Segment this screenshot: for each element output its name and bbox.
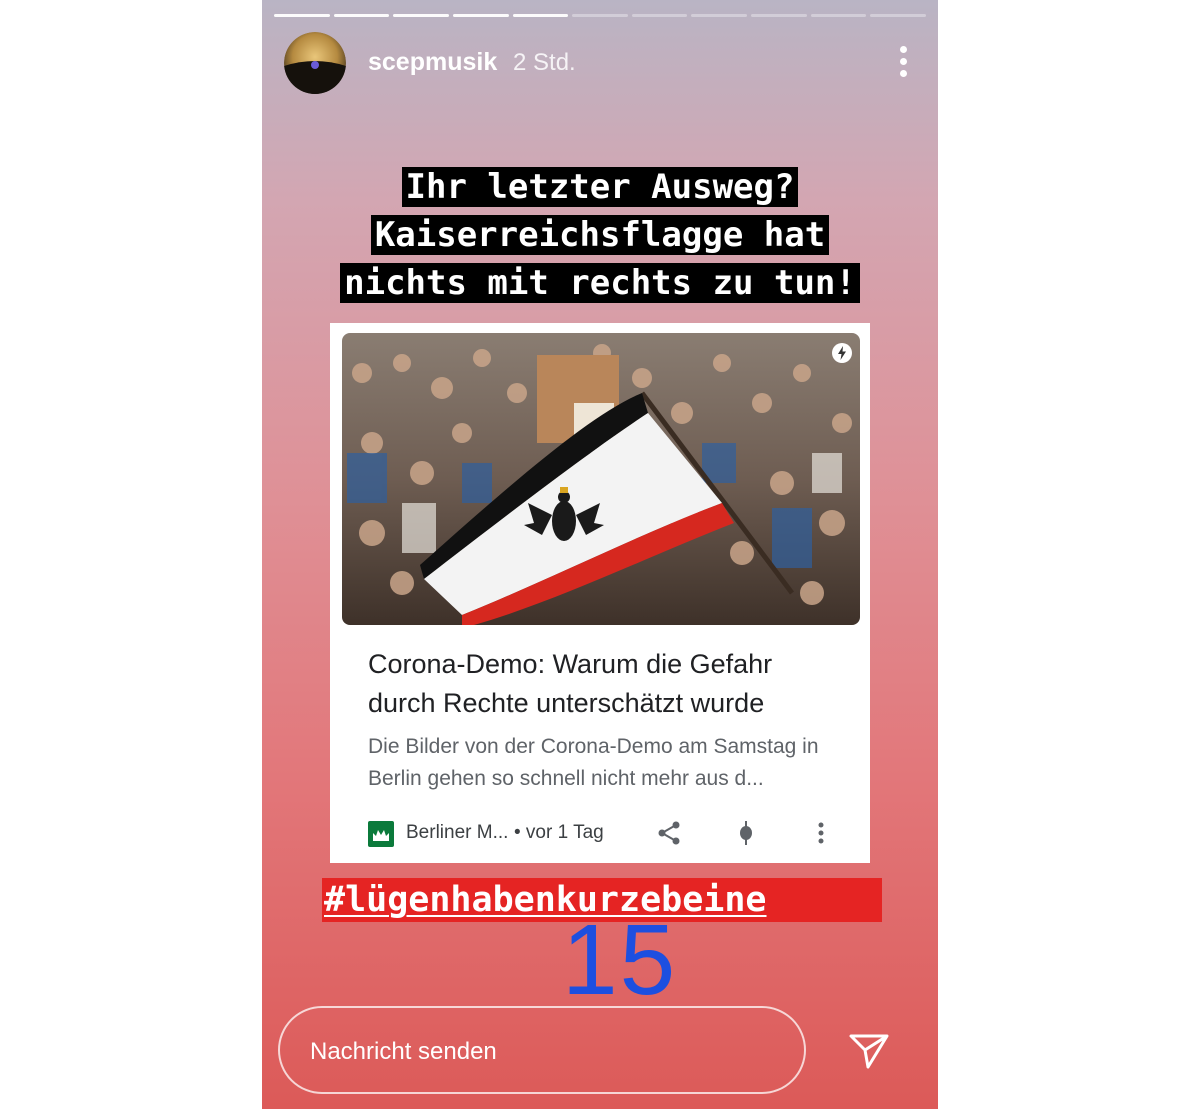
news-headline[interactable]: Corona-Demo: Warum die Gefahr durch Rech… — [368, 645, 838, 723]
caption-line: nichts mit rechts zu tun! — [262, 261, 938, 305]
progress-segment — [751, 14, 807, 17]
progress-segment — [393, 14, 449, 17]
news-snippet: Die Bilder von der Corona-Demo am Samsta… — [368, 735, 819, 790]
progress-segment — [691, 14, 748, 17]
reply-placeholder: Nachricht senden — [310, 1038, 497, 1065]
news-card[interactable]: Corona-Demo: Warum die Gefahr durch Rech… — [330, 323, 870, 863]
story-progress-bar — [274, 14, 927, 17]
source-logo — [368, 821, 394, 847]
news-source[interactable]: Berliner M... — [406, 822, 508, 844]
news-meta: Berliner M... • vor 1 Tag — [368, 819, 838, 849]
progress-segment — [810, 14, 867, 17]
post-time: 2 Std. — [513, 49, 576, 76]
progress-segment — [631, 14, 688, 17]
share-icon[interactable] — [655, 819, 683, 847]
location-pin-icon[interactable] — [736, 819, 756, 847]
progress-segment — [572, 14, 628, 17]
caption-line: Ihr letzter Ausweg? — [262, 165, 938, 209]
more-vertical-icon[interactable] — [900, 46, 908, 80]
lightning-icon — [832, 343, 852, 363]
progress-segment — [333, 14, 390, 17]
news-age: • vor 1 Tag — [514, 822, 604, 843]
progress-segment — [512, 14, 569, 17]
more-vertical-icon[interactable] — [814, 819, 828, 847]
news-photo — [342, 333, 860, 625]
story-caption: Ihr letzter Ausweg? Kaiserreichsflagge h… — [262, 165, 938, 309]
avatar[interactable] — [284, 32, 346, 94]
send-icon[interactable] — [848, 1032, 890, 1070]
username[interactable]: scepmusik — [368, 48, 497, 77]
story-header: scepmusik 2 Std. — [284, 32, 916, 94]
progress-segment — [870, 14, 927, 17]
story-viewer[interactable]: scepmusik 2 Std. Ihr letzter Ausweg? Kai… — [262, 0, 938, 1109]
progress-segment — [274, 14, 330, 17]
reply-input[interactable]: Nachricht senden — [278, 1006, 806, 1094]
page-counter: 15 — [562, 904, 678, 1016]
caption-line: Kaiserreichsflagge hat — [262, 213, 938, 257]
progress-segment — [452, 14, 509, 17]
